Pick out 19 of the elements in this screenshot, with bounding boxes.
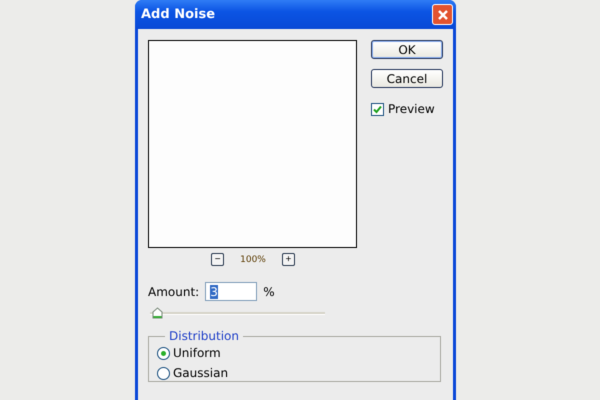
slider-thumb[interactable] <box>152 307 163 319</box>
zoom-out-button[interactable]: − <box>211 253 224 266</box>
group-title: Distribution <box>168 329 240 343</box>
close-icon <box>436 8 448 20</box>
zoom-level: 100% <box>240 254 266 264</box>
close-button[interactable] <box>432 4 453 25</box>
unit-label: % <box>263 284 275 298</box>
dialog-button[interactable]: Cancel <box>371 69 443 88</box>
dialog-button[interactable]: OK <box>371 40 443 59</box>
preview-checkbox[interactable] <box>371 102 384 116</box>
radio-label: Gaussian <box>173 366 228 380</box>
preview-label: Preview <box>388 102 435 116</box>
amount-field[interactable]: 3 <box>205 282 258 301</box>
zoom-in-button[interactable]: + <box>282 253 295 266</box>
window-title: Add Noise <box>141 7 216 22</box>
radio-label: Uniform <box>173 346 221 360</box>
radio-button[interactable] <box>157 346 170 360</box>
radio-button[interactable] <box>157 366 170 380</box>
amount-label: Amount: <box>148 284 200 298</box>
